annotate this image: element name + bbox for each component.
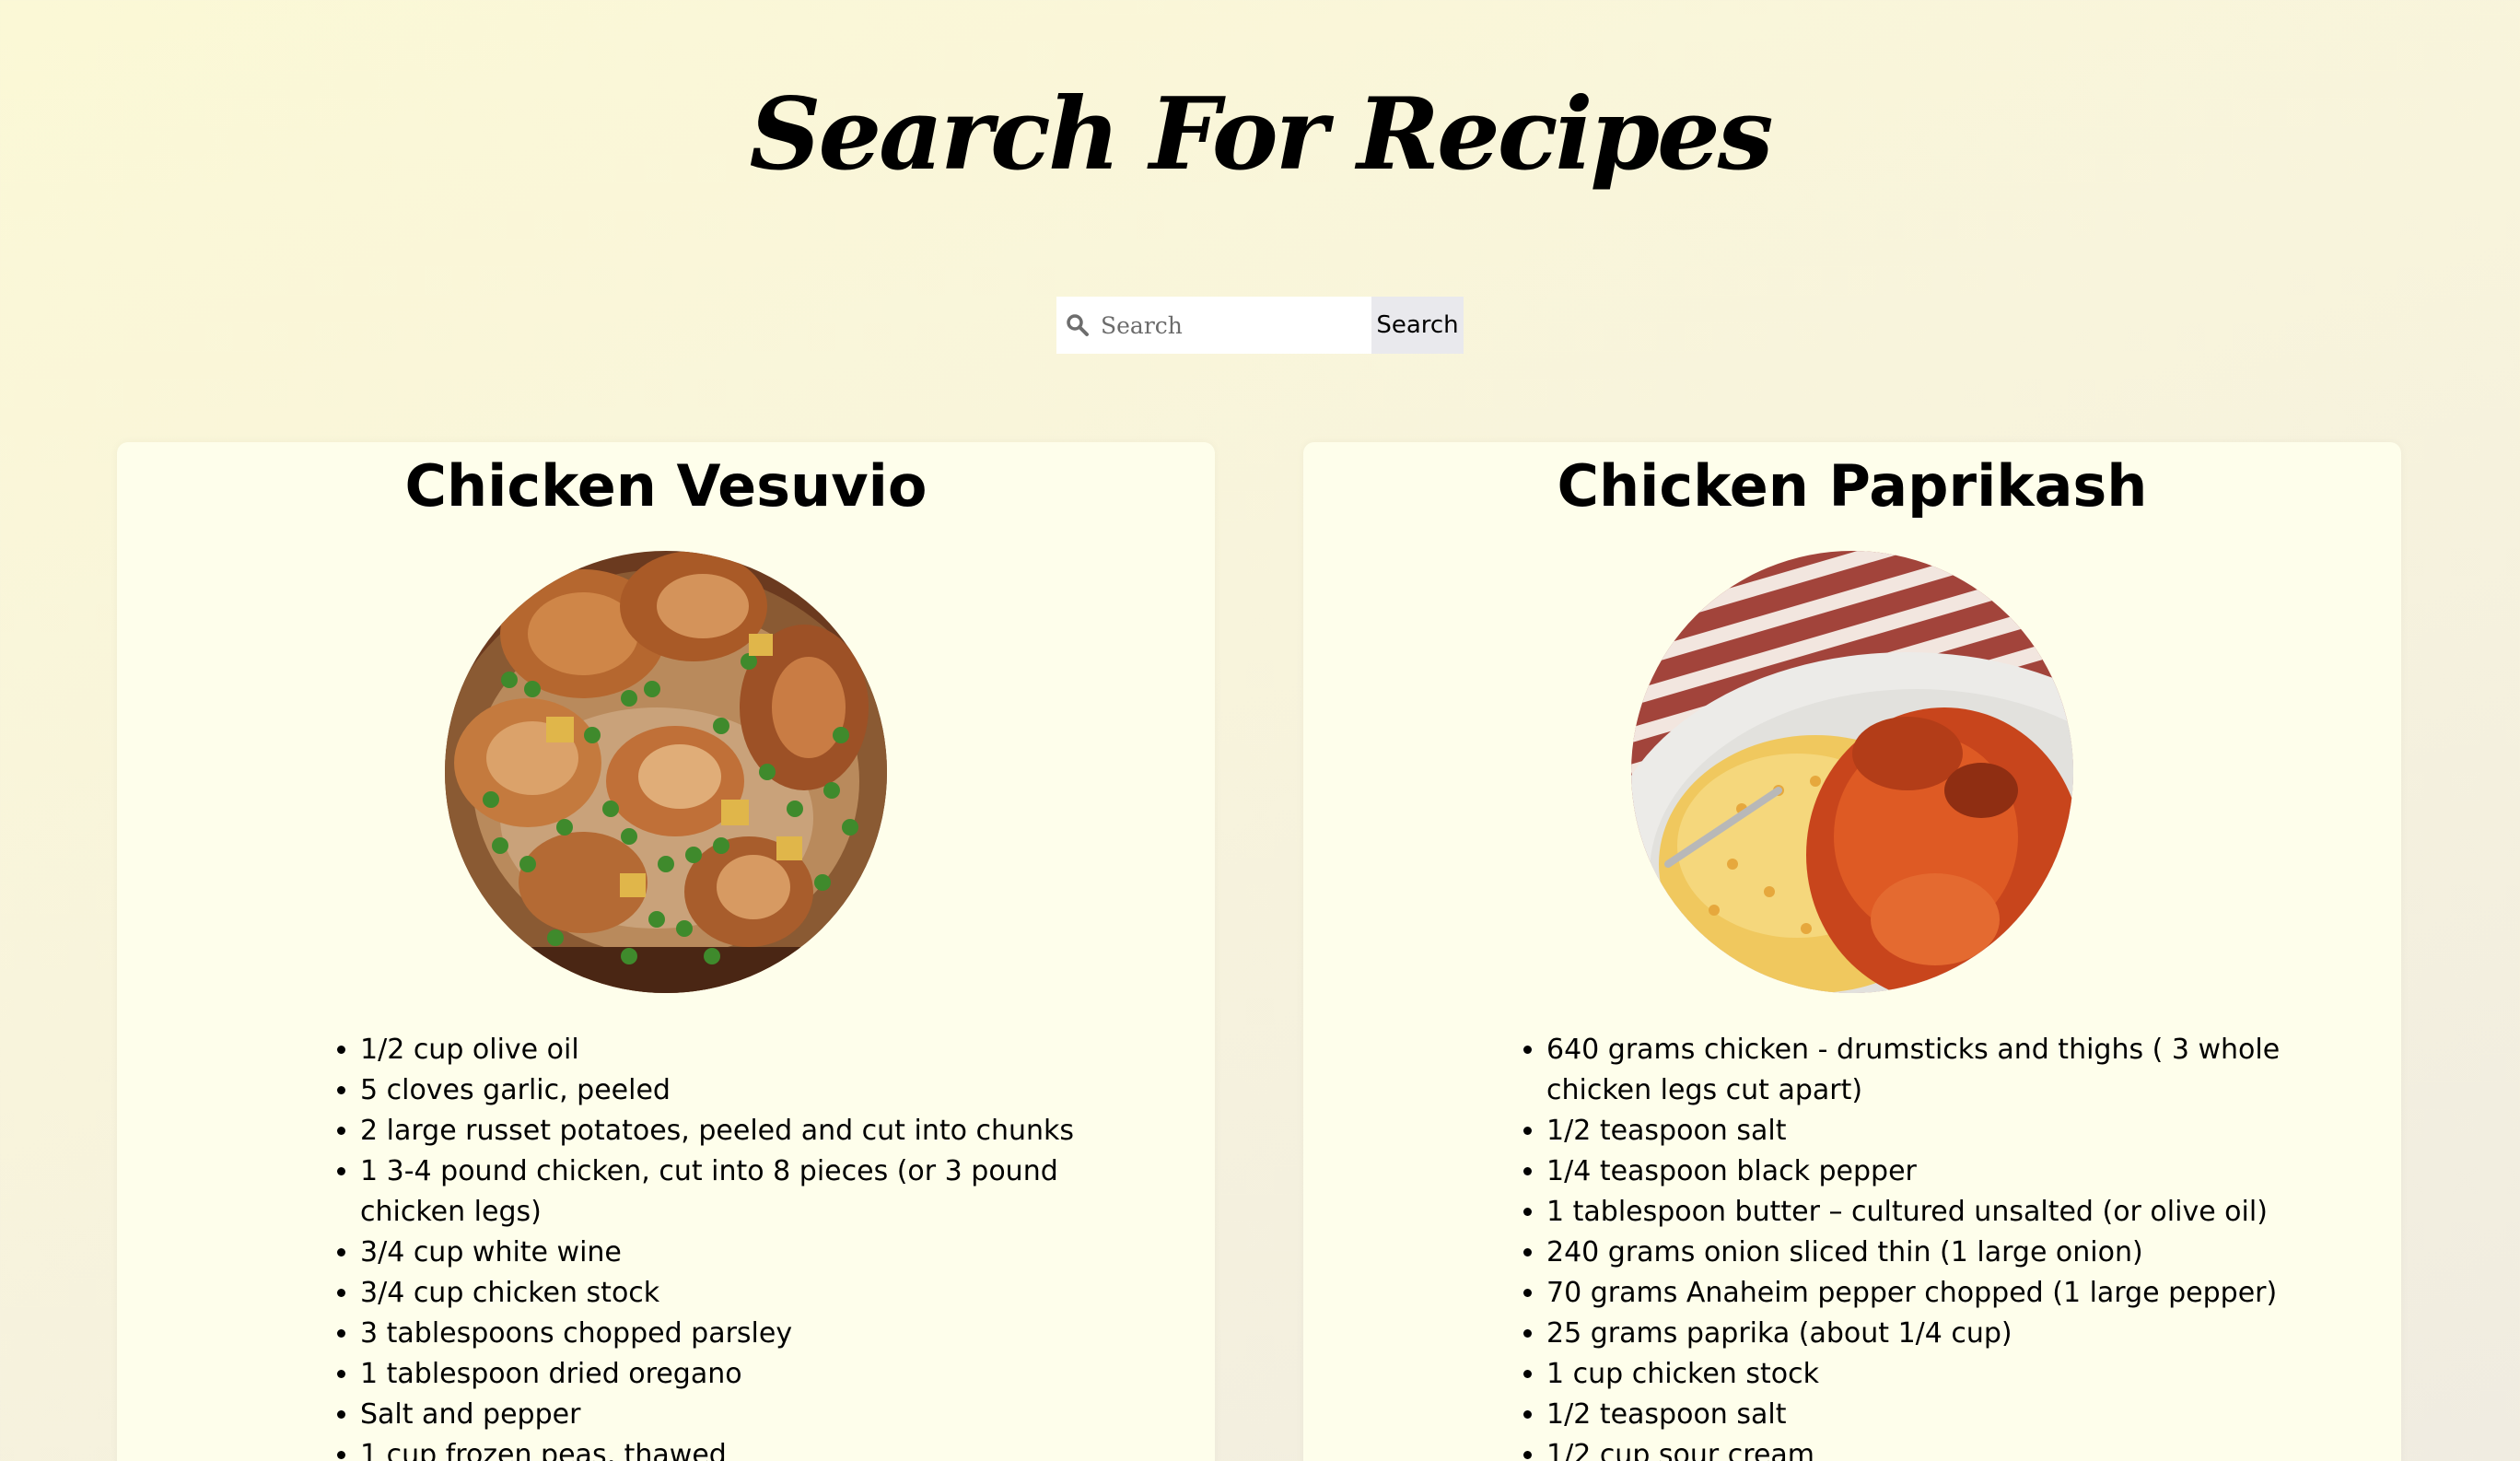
ingredient-item: 1/4 teaspoon black pepper	[1546, 1151, 2283, 1192]
recipe-title: Chicken Paprikash	[1557, 452, 2148, 520]
recipe-title: Chicken Vesuvio	[404, 452, 928, 520]
ingredient-item: 1/2 cup olive oil	[360, 1030, 1097, 1070]
search-button[interactable]: Search	[1371, 297, 1464, 354]
ingredient-item: 70 grams Anaheim pepper chopped (1 large…	[1546, 1273, 2283, 1314]
chicken-vesuvio-photo	[445, 551, 887, 993]
search-input[interactable]	[1101, 311, 1359, 339]
ingredient-item: 640 grams chicken - drumsticks and thigh…	[1546, 1030, 2283, 1111]
ingredient-item: 1 3-4 pound chicken, cut into 8 pieces (…	[360, 1151, 1097, 1233]
ingredient-item: Salt and pepper	[360, 1395, 1097, 1435]
recipe-card: Chicken Paprikash • 640 grams chicken - …	[1303, 442, 2401, 1461]
page-title: Search For Recipes	[749, 76, 1773, 193]
ingredient-item: 1 cup frozen peas, thawed	[360, 1435, 1097, 1461]
search-icon	[1066, 313, 1090, 337]
ingredient-item: 1 cup chicken stock	[1546, 1354, 2283, 1395]
ingredient-item: 3 tablespoons chopped parsley	[360, 1314, 1097, 1354]
ingredient-item: 5 cloves garlic, peeled	[360, 1070, 1097, 1111]
ingredient-item: 3/4 cup chicken stock	[360, 1273, 1097, 1314]
ingredient-item: 240 grams onion sliced thin (1 large oni…	[1546, 1233, 2283, 1273]
ingredient-item: 1 tablespoon butter – cultured unsalted …	[1546, 1192, 2283, 1233]
recipe-card: Chicken Vesuvio • 1/2 cup olive oil • 5 …	[117, 442, 1215, 1461]
ingredient-list: 1/2 cup olive oil 5 cloves garlic, peele…	[325, 1030, 1097, 1461]
chicken-paprikash-photo	[1631, 551, 2073, 993]
search-bar: Search	[1056, 297, 1464, 354]
ingredient-item: 25 grams paprika (about 1/4 cup)	[1546, 1314, 2283, 1354]
ingredient-list: 640 grams chicken - drumsticks and thigh…	[1511, 1030, 2283, 1461]
ingredient-item: 2 large russet potatoes, peeled and cut …	[360, 1111, 1097, 1151]
ingredient-item: 1/2 teaspoon salt	[1546, 1395, 2283, 1435]
search-field[interactable]	[1056, 297, 1371, 354]
ingredient-item: 1/2 cup sour cream	[1546, 1435, 2283, 1461]
ingredient-item: 3/4 cup white wine	[360, 1233, 1097, 1273]
ingredient-item: 1 tablespoon dried oregano	[360, 1354, 1097, 1395]
ingredient-item: 1/2 teaspoon salt	[1546, 1111, 2283, 1151]
